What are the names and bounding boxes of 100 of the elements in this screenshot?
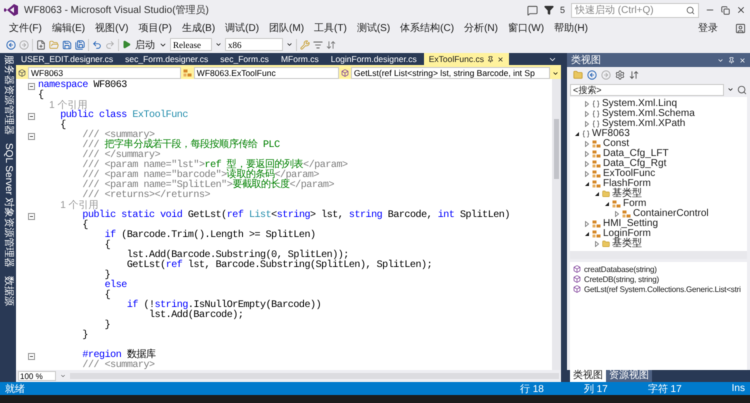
- collapsed-arrow-icon[interactable]: [584, 121, 590, 127]
- save-icon[interactable]: [62, 40, 72, 50]
- expanded-arrow-icon[interactable]: [584, 181, 590, 187]
- play-icon[interactable]: [122, 40, 131, 49]
- tree-item-label[interactable]: System.Xml.XPath: [602, 119, 686, 129]
- save-all-icon[interactable]: [75, 40, 85, 50]
- code-line: if (!string.IsNullOrEmpty(Barcode)): [126, 301, 322, 311]
- document-tab[interactable]: sec_Form.cs: [215, 53, 274, 65]
- collapsed-arrow-icon[interactable]: [584, 101, 590, 107]
- document-tab[interactable]: sec_Form.designer.cs: [120, 53, 214, 65]
- menu-item[interactable]: 编辑(E): [46, 21, 90, 35]
- member-item[interactable]: creatDatabase(string): [584, 264, 657, 274]
- back-icon[interactable]: [6, 40, 16, 50]
- sort-icon[interactable]: [326, 40, 336, 50]
- code-line: /// </summary>: [81, 151, 160, 161]
- member-item[interactable]: CreteDB(string, string): [584, 274, 659, 284]
- collapsed-arrow-icon[interactable]: [584, 221, 590, 227]
- panel-tab[interactable]: 资源视图: [606, 370, 652, 382]
- search-icon[interactable]: [737, 84, 747, 94]
- caret-icon[interactable]: [727, 86, 734, 93]
- tree-item-label[interactable]: Const: [603, 139, 630, 149]
- menu-item[interactable]: 窗口(W): [502, 21, 550, 35]
- member-item[interactable]: GetLst(ref System.Collections.Generic.List<stri: [584, 284, 741, 294]
- panel-tab[interactable]: 类视图: [570, 370, 606, 382]
- collapsed-arrow-icon[interactable]: [584, 111, 590, 117]
- settings-icon[interactable]: [615, 70, 625, 80]
- start-button[interactable]: 启动: [134, 38, 156, 52]
- collapsed-arrow-icon[interactable]: [594, 241, 600, 247]
- caret-icon[interactable]: [552, 70, 559, 76]
- close-icon[interactable]: [736, 5, 746, 15]
- sort-icon[interactable]: [629, 70, 639, 80]
- expanded-arrow-icon[interactable]: [604, 201, 610, 207]
- menu-item[interactable]: 体系结构(C): [395, 21, 460, 35]
- document-tab[interactable]: ExToolFunc.cs: [424, 53, 509, 65]
- tree-item-label[interactable]: WF8063: [592, 129, 630, 139]
- side-tab[interactable]: 服务器资源管理器: [1, 55, 15, 135]
- menu-item[interactable]: 项目(P): [133, 21, 177, 35]
- undo-icon[interactable]: [92, 40, 102, 50]
- collapse-icon[interactable]: [28, 82, 35, 90]
- account-icon[interactable]: [735, 22, 746, 34]
- tree-item-label[interactable]: HMI_Setting: [603, 219, 658, 229]
- tree-item-label[interactable]: Data_Cfg_LFT: [603, 149, 669, 159]
- side-tab[interactable]: SQL Server 对象资源管理器: [1, 143, 15, 268]
- caret-icon[interactable]: [286, 41, 293, 48]
- project-dropdown[interactable]: WF8063: [28, 67, 181, 79]
- document-tab[interactable]: LoginForm.designer.cs: [326, 53, 422, 65]
- expanded-arrow-icon[interactable]: [594, 191, 600, 197]
- new-file-icon[interactable]: [36, 40, 46, 50]
- feedback-icon[interactable]: [526, 4, 538, 16]
- collapse-icon[interactable]: [28, 352, 35, 360]
- code-line: lst.Add(Barcode);: [148, 311, 244, 321]
- class-icon: [592, 140, 601, 148]
- collapse-icon[interactable]: [28, 132, 35, 140]
- collapsed-arrow-icon[interactable]: [584, 161, 590, 167]
- tree-item-label[interactable]: Data_Cfg_Rgt: [603, 159, 666, 169]
- menu-item[interactable]: 调试(D): [220, 21, 264, 35]
- tree-item-label[interactable]: 基类型: [612, 189, 642, 199]
- menu-item[interactable]: 帮助(H): [549, 21, 593, 35]
- expanded-arrow-icon[interactable]: [574, 131, 580, 137]
- tree-item-label[interactable]: ExToolFunc: [603, 169, 656, 179]
- collapsed-arrow-icon[interactable]: [584, 151, 590, 157]
- type-dropdown[interactable]: WF8063.ExToolFunc: [194, 67, 339, 79]
- tree-item-label[interactable]: System.Xml.Schema: [602, 109, 695, 119]
- menu-item[interactable]: 团队(M): [264, 21, 310, 35]
- collapse-icon[interactable]: [28, 212, 35, 220]
- back-icon[interactable]: [587, 70, 597, 80]
- search-field[interactable]: <搜索>: [570, 84, 724, 96]
- collapse-icon[interactable]: [28, 112, 35, 120]
- close-tab-icon[interactable]: [497, 56, 504, 62]
- tree-item-label[interactable]: ContainerControl: [633, 209, 709, 219]
- tree-item-label[interactable]: System.Xml.Linq: [602, 99, 678, 109]
- menu-item[interactable]: 视图(V): [90, 21, 134, 35]
- close-icon[interactable]: [739, 56, 746, 64]
- caret-icon[interactable]: [215, 41, 222, 48]
- collapsed-arrow-icon[interactable]: [584, 171, 590, 177]
- side-tab[interactable]: 数据源: [1, 276, 15, 306]
- list-icon[interactable]: [313, 40, 323, 50]
- tree-item-label[interactable]: FlashForm: [603, 179, 651, 189]
- zoom-dropdown[interactable]: 100 %: [18, 371, 56, 381]
- member-dropdown[interactable]: GetLst(ref List<string> lst, string Barcode, int Sp: [350, 67, 550, 79]
- class-icon: [592, 220, 601, 228]
- menu-item[interactable]: 文件(F): [4, 21, 47, 35]
- configuration-dropdown[interactable]: Release: [170, 38, 212, 51]
- menu-item[interactable]: 分析(N): [459, 21, 503, 35]
- expanded-arrow-icon[interactable]: [584, 231, 590, 237]
- tree-item-label[interactable]: Form: [623, 199, 646, 209]
- menu-item[interactable]: 工具(T): [309, 21, 352, 35]
- platform-dropdown[interactable]: x86: [225, 38, 283, 51]
- vertical-scrollbar[interactable]: [552, 79, 561, 370]
- document-tab[interactable]: MForm.cs: [276, 53, 324, 65]
- pin-icon[interactable]: [487, 56, 494, 62]
- restore-icon[interactable]: [721, 6, 730, 14]
- tree-item-label[interactable]: 基类型: [612, 239, 642, 249]
- tree-item-label[interactable]: LoginForm: [603, 229, 651, 239]
- collapsed-arrow-icon[interactable]: [614, 211, 620, 217]
- menu-item[interactable]: 生成(B): [176, 21, 220, 35]
- menu-item[interactable]: 测试(S): [352, 21, 396, 35]
- collapsed-arrow-icon[interactable]: [584, 141, 590, 147]
- sign-in-link[interactable]: 登录: [693, 21, 723, 35]
- document-tab[interactable]: USER_EDIT.designer.cs: [16, 53, 118, 65]
